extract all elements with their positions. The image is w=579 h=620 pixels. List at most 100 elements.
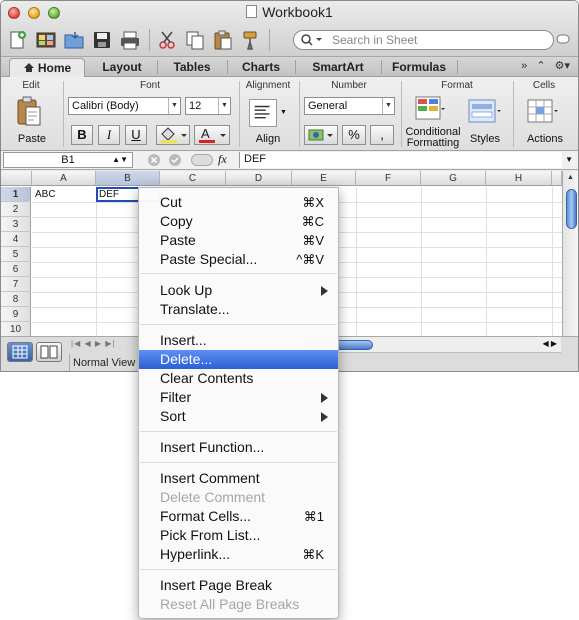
cell-a1[interactable]: ABC bbox=[32, 187, 96, 202]
align-button[interactable]: Align bbox=[243, 133, 293, 145]
paste-large-icon[interactable] bbox=[15, 95, 43, 127]
cancel-formula-icon[interactable] bbox=[147, 153, 161, 170]
new-workbook-button[interactable] bbox=[7, 29, 29, 51]
tab-smartart[interactable]: SmartArt bbox=[297, 58, 379, 77]
styles-button[interactable]: Styles bbox=[464, 133, 506, 145]
templates-button[interactable] bbox=[35, 29, 57, 51]
column-header[interactable]: B bbox=[96, 171, 160, 186]
sheet-navigation-arrows[interactable]: |◀ ◀ ▶ ▶| bbox=[71, 339, 115, 348]
search-field[interactable] bbox=[293, 30, 554, 50]
bold-button[interactable]: B bbox=[71, 125, 93, 145]
column-header[interactable]: A bbox=[32, 171, 96, 186]
paste-icon[interactable] bbox=[212, 29, 234, 51]
tab-home[interactable]: Home bbox=[9, 58, 85, 77]
menu-item-pick-from-list[interactable]: Pick From List... bbox=[139, 526, 338, 545]
conditional-formatting-icon[interactable] bbox=[414, 95, 446, 123]
actions-button[interactable]: Actions bbox=[521, 133, 569, 145]
menu-item-sort[interactable]: Sort bbox=[139, 407, 338, 426]
comma-button[interactable]: , bbox=[370, 125, 394, 145]
column-header[interactable]: H bbox=[486, 171, 552, 186]
font-color-button[interactable]: A bbox=[194, 125, 230, 145]
gear-icon[interactable]: ⚙▾ bbox=[555, 60, 570, 72]
formula-content[interactable]: DEF bbox=[239, 152, 562, 168]
row-header[interactable]: 1 bbox=[1, 187, 31, 202]
font-size-select[interactable]: 12 ▼ bbox=[185, 97, 231, 115]
vertical-scrollbar[interactable]: ▲ bbox=[562, 171, 578, 336]
toolbar-toggle-button[interactable] bbox=[556, 32, 570, 46]
menu-item-insert[interactable]: Insert... bbox=[139, 331, 338, 350]
cut-icon[interactable] bbox=[156, 29, 178, 51]
normal-view-button[interactable] bbox=[7, 342, 33, 362]
menu-item-insert-comment[interactable]: Insert Comment bbox=[139, 469, 338, 488]
percent-button[interactable]: % bbox=[342, 125, 366, 145]
scroll-thumb[interactable] bbox=[566, 189, 577, 229]
column-header[interactable]: D bbox=[226, 171, 292, 186]
menu-item-hyperlink[interactable]: Hyperlink... ⌘K bbox=[139, 545, 338, 564]
menu-item-copy[interactable]: Copy ⌘C bbox=[139, 212, 338, 231]
print-button[interactable] bbox=[119, 29, 141, 51]
row-header[interactable]: 3 bbox=[1, 217, 31, 232]
row-header[interactable]: 9 bbox=[1, 307, 31, 322]
align-icon[interactable] bbox=[249, 99, 277, 127]
column-header[interactable]: E bbox=[292, 171, 356, 186]
copy-icon[interactable] bbox=[184, 29, 206, 51]
insert-function-icon[interactable]: fx bbox=[218, 152, 227, 167]
scroll-right-icon[interactable]: ◀ ▶ bbox=[542, 339, 557, 348]
scroll-up-icon[interactable]: ▲ bbox=[567, 174, 574, 181]
tab-tables[interactable]: Tables bbox=[159, 58, 225, 77]
column-header[interactable]: F bbox=[356, 171, 421, 186]
select-all-corner[interactable] bbox=[1, 171, 32, 186]
cell-actions-icon[interactable] bbox=[525, 97, 561, 125]
horizontal-scrollbar[interactable]: ◀ ▶ bbox=[301, 337, 561, 353]
menu-item-cut[interactable]: Cut ⌘X bbox=[139, 193, 338, 212]
fill-color-button[interactable] bbox=[156, 125, 190, 145]
accounting-format-button[interactable] bbox=[304, 125, 338, 145]
search-input[interactable] bbox=[330, 32, 545, 48]
paste-button[interactable]: Paste bbox=[9, 133, 55, 145]
menu-item-paste-special[interactable]: Paste Special... ^⌘V bbox=[139, 250, 338, 269]
submenu-arrow-icon bbox=[321, 393, 328, 403]
save-button[interactable] bbox=[91, 29, 113, 51]
menu-item-translate[interactable]: Translate... bbox=[139, 300, 338, 319]
column-header[interactable]: C bbox=[160, 171, 226, 186]
collapse-ribbon-icon[interactable]: ⌃ bbox=[536, 60, 545, 72]
name-box[interactable]: B1 ▲▼ bbox=[3, 152, 133, 168]
formula-toggle[interactable] bbox=[191, 154, 213, 166]
stepper-icon[interactable]: ▲▼ bbox=[112, 153, 128, 167]
conditional-formatting-button[interactable]: Conditional Formatting bbox=[403, 127, 463, 149]
chevron-down-icon[interactable]: ▼ bbox=[565, 155, 573, 164]
row-header[interactable]: 10 bbox=[1, 322, 31, 337]
font-name-select[interactable]: Calibri (Body) ▼ bbox=[68, 97, 181, 115]
number-format-select[interactable]: General ▼ bbox=[304, 97, 395, 115]
menu-item-insert-function[interactable]: Insert Function... bbox=[139, 438, 338, 457]
column-header[interactable]: G bbox=[421, 171, 486, 186]
menu-item-look-up[interactable]: Look Up bbox=[139, 281, 338, 300]
row-header[interactable]: 7 bbox=[1, 277, 31, 292]
menu-item-clear-contents[interactable]: Clear Contents bbox=[139, 369, 338, 388]
open-button[interactable] bbox=[63, 29, 85, 51]
ribbon-overflow-controls[interactable]: » ⌃ ⚙▾ bbox=[521, 59, 570, 72]
menu-item-delete[interactable]: Delete... bbox=[139, 350, 338, 369]
format-painter-icon[interactable] bbox=[240, 29, 262, 51]
chevron-down-icon: ▼ bbox=[280, 109, 287, 116]
tab-charts[interactable]: Charts bbox=[229, 58, 293, 77]
column-header-partial[interactable] bbox=[552, 171, 562, 186]
italic-button[interactable]: I bbox=[98, 125, 120, 145]
tab-formulas[interactable]: Formulas bbox=[383, 58, 455, 77]
search-icon[interactable] bbox=[300, 33, 328, 47]
menu-item-filter[interactable]: Filter bbox=[139, 388, 338, 407]
page-layout-view-button[interactable] bbox=[36, 342, 62, 362]
styles-icon[interactable] bbox=[467, 97, 503, 125]
row-header[interactable]: 6 bbox=[1, 262, 31, 277]
tab-layout[interactable]: Layout bbox=[89, 58, 155, 77]
overflow-chevron-icon[interactable]: » bbox=[521, 60, 527, 72]
menu-item-paste[interactable]: Paste ⌘V bbox=[139, 231, 338, 250]
row-header[interactable]: 8 bbox=[1, 292, 31, 307]
menu-item-insert-page-break[interactable]: Insert Page Break bbox=[139, 576, 338, 595]
row-header[interactable]: 5 bbox=[1, 247, 31, 262]
row-header[interactable]: 2 bbox=[1, 202, 31, 217]
confirm-formula-icon[interactable] bbox=[168, 153, 182, 170]
row-header[interactable]: 4 bbox=[1, 232, 31, 247]
underline-button[interactable]: U bbox=[125, 125, 147, 145]
menu-item-format-cells[interactable]: Format Cells... ⌘1 bbox=[139, 507, 338, 526]
